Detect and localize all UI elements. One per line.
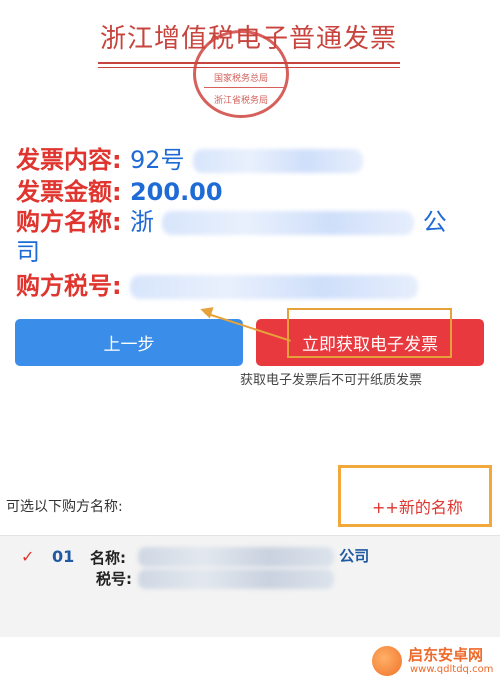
site-watermark: 启东安卓网 www.qdltdq.com [368,642,498,680]
buyer-list: ✓ 01 名称: 公司 税号: [0,535,500,637]
buyer-name-key: 名称: [90,549,126,567]
redacted-text [138,546,334,567]
buyer-tax-value [138,568,334,589]
seal-line [204,87,284,88]
highlight-box [338,465,492,527]
buyer-tax-key: 税号: [96,570,132,588]
buyer-index: 01 [52,547,75,566]
seal-text: 浙江省税务局 [213,96,268,106]
seal-text: 国家税务总局 [213,74,268,84]
buyer-name-suffix: 公司 [339,547,370,565]
buyer-list-item[interactable]: ✓ 01 名称: 公司 税号: [0,536,500,638]
buyer-tax-label: 购方税号: [16,272,122,300]
invoice-content-value: 92号 [129,146,185,174]
watermark-logo-icon [372,646,402,676]
buyer-name-row: 购方名称: 浙 公 [16,202,447,237]
redacted-text [162,211,415,235]
redacted-text [192,149,363,173]
previous-step-button[interactable]: 上一步 [15,319,243,366]
invoice-content-row: 发票内容: 92号 [16,140,363,175]
redacted-text [138,568,334,589]
invoice-content-label: 发票内容: [16,146,122,174]
checkmark-icon: ✓ [21,547,35,566]
buyer-name-prefix: 浙 [129,208,154,236]
seal-line [204,67,284,68]
redacted-text [129,275,418,299]
optional-buyers-label: 可选以下购方名称: [6,499,123,515]
highlight-box [287,308,452,358]
invoice-header: 浙江增值税电子普通发票 国家税务总局 浙江省税务局 [0,0,500,122]
buyer-name-continued: 司 [16,232,40,267]
paper-invoice-notice: 获取电子发票后不可开纸质发票 [240,373,423,388]
watermark-url: www.qdltdq.com [410,664,494,675]
buyer-tax-row: 购方税号: [16,266,418,301]
watermark-text: 启东安卓网 [408,646,484,664]
buyer-name-suffix: 公 [422,208,447,236]
buyer-name-cont: 司 [16,238,40,266]
official-seal-icon: 国家税务总局 浙江省税务局 [193,30,289,118]
buyer-name-value: 公司 [138,545,369,567]
